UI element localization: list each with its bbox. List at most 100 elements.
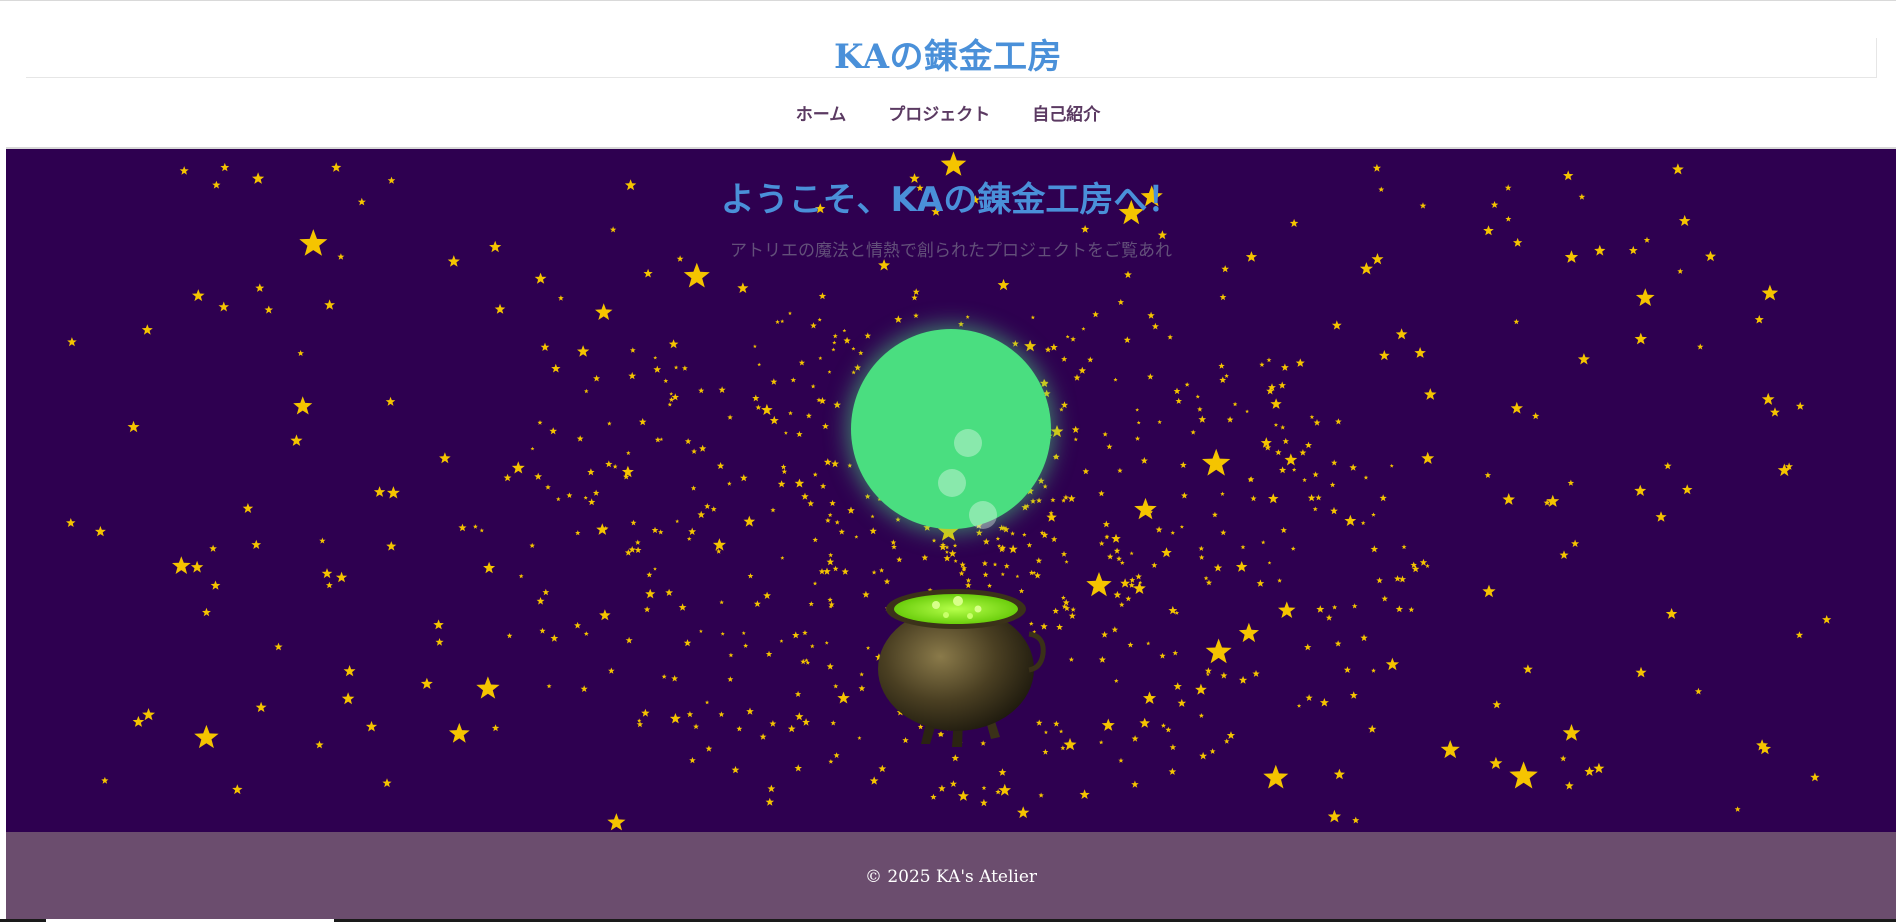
star-icon <box>1761 284 1779 301</box>
star-icon <box>800 658 807 665</box>
star-icon <box>1305 441 1312 449</box>
bubble <box>969 501 997 529</box>
star-icon <box>1360 634 1368 642</box>
star-icon <box>817 317 822 322</box>
star-icon <box>1368 724 1377 733</box>
star-icon <box>859 672 864 677</box>
star-icon <box>1151 562 1158 568</box>
star-icon <box>646 571 653 578</box>
star-icon <box>1634 484 1647 496</box>
star-icon <box>1129 551 1134 556</box>
star-icon <box>297 350 304 356</box>
star-icon <box>930 793 937 800</box>
star-icon <box>667 402 673 407</box>
star-icon <box>1022 532 1027 537</box>
star-icon <box>792 631 800 639</box>
star-icon <box>958 321 964 327</box>
star-icon <box>1146 641 1151 646</box>
star-icon <box>1238 675 1248 684</box>
star-icon <box>698 629 703 633</box>
star-icon <box>539 627 546 634</box>
star-icon <box>636 721 644 728</box>
star-icon <box>678 603 687 611</box>
star-icon <box>1482 584 1496 598</box>
star-icon <box>1179 461 1187 468</box>
star-icon <box>1220 529 1227 536</box>
star-icon <box>777 480 786 488</box>
star-icon <box>592 489 600 496</box>
star-icon <box>1035 557 1043 564</box>
star-icon <box>1754 314 1764 324</box>
star-icon <box>718 711 725 717</box>
star-icon <box>1370 545 1379 553</box>
star-icon <box>220 162 230 172</box>
star-icon <box>127 420 140 433</box>
star-icon <box>1252 670 1260 677</box>
star-icon <box>1052 607 1059 614</box>
star-icon <box>851 346 856 351</box>
star-icon <box>825 517 831 523</box>
star-icon <box>833 752 840 759</box>
star-icon <box>1770 407 1780 417</box>
star-icon <box>1810 772 1820 782</box>
star-icon <box>1319 698 1329 707</box>
star-icon <box>948 549 957 558</box>
star-icon <box>746 707 754 715</box>
star-icon <box>1111 626 1119 633</box>
star-icon <box>580 685 588 692</box>
star-icon <box>1038 792 1044 798</box>
star-icon <box>1042 483 1048 489</box>
star-icon <box>805 412 812 419</box>
star-icon <box>1232 401 1238 407</box>
star-icon <box>1277 578 1282 583</box>
star-icon <box>1064 559 1069 564</box>
star-icon <box>1114 678 1119 683</box>
star-icon <box>1280 424 1286 430</box>
star-icon <box>373 486 386 497</box>
star-icon <box>101 776 109 784</box>
star-icon <box>843 336 851 344</box>
star-icon <box>737 282 749 293</box>
star-icon <box>608 667 615 674</box>
site-header: KAの錬金工房 ホーム プロジェクト 自己紹介 <box>0 1 1896 147</box>
star-icon <box>878 764 887 773</box>
star-icon <box>818 356 823 360</box>
star-icon <box>1398 575 1407 583</box>
star-icon <box>787 724 796 733</box>
star-icon <box>325 581 333 589</box>
star-icon <box>1509 761 1538 789</box>
nav-link-projects[interactable]: プロジェクト <box>888 103 990 127</box>
star-icon <box>1078 366 1086 374</box>
star-icon <box>827 370 832 374</box>
nav-link-about[interactable]: 自己紹介 <box>1032 103 1100 127</box>
star-icon <box>1134 435 1141 441</box>
star-icon <box>682 365 688 371</box>
star-icon <box>1167 334 1173 340</box>
star-icon <box>251 539 262 549</box>
star-icon <box>1053 453 1060 460</box>
star-icon <box>1795 401 1805 410</box>
star-icon <box>1305 694 1313 701</box>
star-icon <box>763 591 771 599</box>
star-icon <box>995 789 1001 795</box>
star-icon <box>653 567 657 571</box>
star-icon <box>1131 735 1139 742</box>
star-icon <box>643 606 651 613</box>
main-nav: ホーム プロジェクト 自己紹介 <box>0 103 1896 127</box>
star-icon <box>823 567 831 575</box>
star-icon <box>953 559 958 563</box>
star-icon <box>1682 484 1693 495</box>
star-icon <box>1260 437 1272 448</box>
nav-link-home[interactable]: ホーム <box>796 103 847 127</box>
star-icon <box>1030 315 1035 320</box>
star-icon <box>780 555 785 560</box>
star-icon <box>315 740 324 749</box>
star-icon <box>683 639 692 647</box>
star-icon <box>1316 605 1325 613</box>
star-icon <box>693 723 699 730</box>
star-icon <box>1099 740 1104 745</box>
star-icon <box>957 790 969 801</box>
site-title[interactable]: KAの錬金工房 <box>0 34 1896 80</box>
star-icon <box>1067 494 1076 503</box>
star-icon <box>959 561 966 568</box>
